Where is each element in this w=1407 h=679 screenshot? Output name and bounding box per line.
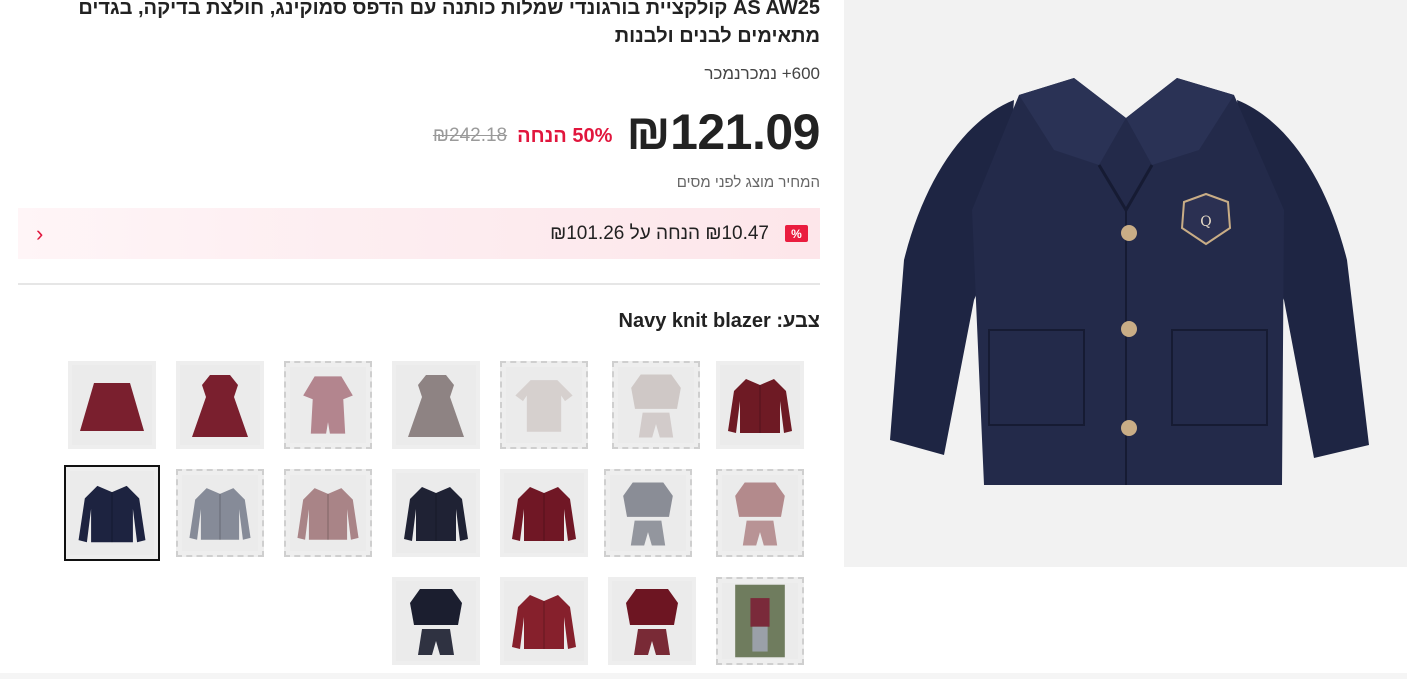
swatch-navy-cardigan-plain[interactable]	[392, 469, 480, 557]
swatch-thumbnail	[515, 380, 573, 432]
tax-note: המחיר מוצג לפני מסים	[676, 174, 820, 191]
swatch-thumbnail	[512, 595, 576, 649]
swatch-thumbnail	[735, 482, 785, 546]
coupon-percent-icon: %	[785, 225, 808, 242]
swatch-thumbnail	[735, 584, 785, 658]
swatch-burgundy-cardigan[interactable]	[716, 361, 804, 449]
swatch-burgundy-cardigan-plain[interactable]	[500, 469, 588, 557]
swatch-mauve-sweater-set[interactable]	[716, 469, 804, 557]
swatch-thumbnail	[297, 488, 359, 540]
swatch-plaid-dress[interactable]	[392, 361, 480, 449]
coupon-banner[interactable]: % ₪10.47 הנחה על ₪101.26 ‹	[18, 208, 820, 259]
swatch-thumbnail	[192, 375, 248, 437]
swatch-thumbnail	[728, 379, 792, 433]
swatch-plaid-shirt-set[interactable]	[612, 361, 700, 449]
swatch-thumbnail	[626, 589, 678, 655]
original-price: ₪242.18	[432, 125, 508, 146]
discount-badge: 50% הנחה	[517, 124, 613, 147]
page-bottom-strip	[0, 673, 1407, 679]
swatch-floral-skirt[interactable]	[68, 361, 156, 449]
swatch-model-photo[interactable]	[716, 577, 804, 665]
swatch-burgundy-sweater[interactable]	[500, 577, 588, 665]
swatch-grey-sweater-set[interactable]	[604, 469, 692, 557]
swatch-thumbnail	[80, 383, 144, 431]
swatch-thumbnail	[78, 485, 146, 543]
swatch-thumbnail	[410, 589, 462, 655]
product-main-image[interactable]: Q	[844, 0, 1407, 567]
color-label: צבע: Navy knit blazer	[618, 310, 820, 332]
chevron-left-icon[interactable]: ‹	[36, 221, 43, 247]
current-price: ₪121.09	[626, 104, 820, 160]
product-title: AS AW25 קולקציית בורגונדי שמלות כותנה עם…	[78, 0, 820, 47]
swatch-thumbnail	[631, 374, 681, 438]
swatch-thumbnail	[408, 375, 464, 437]
swatch-thumbnail	[623, 482, 673, 546]
swatch-burgundy-cardigan-skirt[interactable]	[608, 577, 696, 665]
swatch-plaid-shirt[interactable]	[500, 361, 588, 449]
coupon-text: ₪10.47 הנחה על ₪101.26	[550, 222, 769, 244]
swatch-floral-romper[interactable]	[284, 361, 372, 449]
swatch-navy-knit-blazer[interactable]	[64, 465, 160, 561]
swatch-thumbnail	[512, 487, 576, 541]
navy-blazer-image: Q	[890, 78, 1369, 485]
price-row: ₪121.09 50% הנחה ₪242.18	[432, 102, 821, 162]
svg-text:Q: Q	[1200, 214, 1211, 230]
swatch-mauve-cardigan[interactable]	[284, 469, 372, 557]
sold-count: 600+ נמכרנמכר	[704, 64, 820, 83]
swatch-thumbnail	[189, 488, 251, 540]
swatch-navy-cardigan-skirt[interactable]	[392, 577, 480, 665]
swatch-grey-cardigan[interactable]	[176, 469, 264, 557]
swatch-floral-dress[interactable]	[176, 361, 264, 449]
divider	[18, 283, 820, 285]
swatch-thumbnail	[404, 487, 468, 541]
swatch-thumbnail	[303, 376, 353, 434]
